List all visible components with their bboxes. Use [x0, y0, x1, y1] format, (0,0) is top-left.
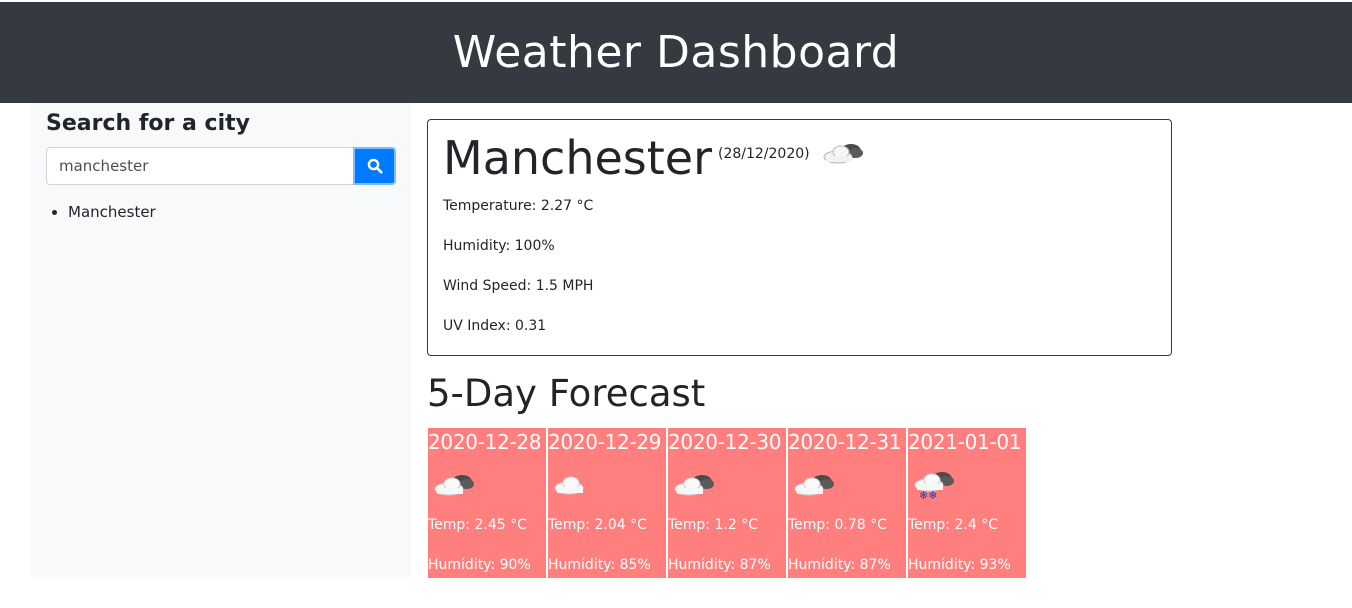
broken-clouds-icon	[791, 470, 837, 504]
svg-text:❄❄: ❄❄	[919, 489, 937, 500]
current-wind-speed: Wind Speed: 1.5 MPH	[443, 278, 594, 294]
forecast-humidity: Humidity: 90%	[428, 557, 531, 573]
forecast-temp: Temp: 2.4 °C	[908, 517, 998, 533]
search-icon	[367, 158, 382, 174]
city-name: Manchester	[443, 131, 712, 185]
forecast-humidity: Humidity: 87%	[668, 557, 771, 573]
forecast-date: 2020-12-29	[548, 430, 662, 454]
forecast-humidity: Humidity: 87%	[788, 557, 891, 573]
page-title: Weather Dashboard	[452, 27, 900, 78]
forecast-date: 2020-12-28	[428, 430, 542, 454]
forecast-card: 2020-12-29 Temp: 2.04 °C Humidity: 85%	[548, 428, 666, 578]
current-temperature: Temperature: 2.27 °C	[443, 198, 594, 214]
forecast-temp: Temp: 1.2 °C	[668, 517, 758, 533]
sidebar: Search for a city Manchester	[31, 103, 411, 577]
current-humidity: Humidity: 100%	[443, 238, 555, 254]
forecast-date: 2020-12-31	[788, 430, 902, 454]
forecast-temp: Temp: 0.78 °C	[788, 517, 887, 533]
forecast-card: 2020-12-31 Temp: 0.78 °C Humidity: 87%	[788, 428, 906, 578]
forecast-date: 2021-01-01	[908, 430, 1022, 454]
forecast-row: 2020-12-28 Temp: 2.45 °C Humidity: 90% 2…	[428, 428, 1026, 578]
current-date: (28/12/2020)	[718, 146, 810, 162]
search-history: Manchester	[46, 202, 156, 222]
forecast-card: 2020-12-30 Temp: 1.2 °C Humidity: 87%	[668, 428, 786, 578]
current-uv-index: UV Index: 0.31	[443, 318, 547, 334]
history-item-label: Manchester	[68, 203, 156, 221]
snow-icon: ❄❄	[911, 470, 957, 504]
city-search-input[interactable]	[46, 147, 353, 185]
cloud-icon	[551, 470, 597, 504]
history-item[interactable]: Manchester	[68, 202, 156, 222]
forecast-humidity: Humidity: 85%	[548, 557, 651, 573]
forecast-card: 2021-01-01 ❄❄ Temp: 2.4 °C Humidity: 93%	[908, 428, 1026, 578]
search-button[interactable]	[353, 147, 396, 185]
broken-clouds-icon	[431, 470, 477, 504]
page-header: Weather Dashboard	[0, 2, 1352, 103]
cloudy-icon	[820, 138, 866, 172]
forecast-title: 5-Day Forecast	[427, 372, 706, 415]
forecast-temp: Temp: 2.45 °C	[428, 517, 527, 533]
broken-clouds-icon	[671, 470, 717, 504]
current-weather-card: Manchester (28/12/2020) Temperature: 2.2…	[427, 119, 1172, 356]
forecast-temp: Temp: 2.04 °C	[548, 517, 647, 533]
forecast-date: 2020-12-30	[668, 430, 782, 454]
forecast-humidity: Humidity: 93%	[908, 557, 1011, 573]
forecast-card: 2020-12-28 Temp: 2.45 °C Humidity: 90%	[428, 428, 546, 578]
search-title: Search for a city	[46, 111, 250, 136]
